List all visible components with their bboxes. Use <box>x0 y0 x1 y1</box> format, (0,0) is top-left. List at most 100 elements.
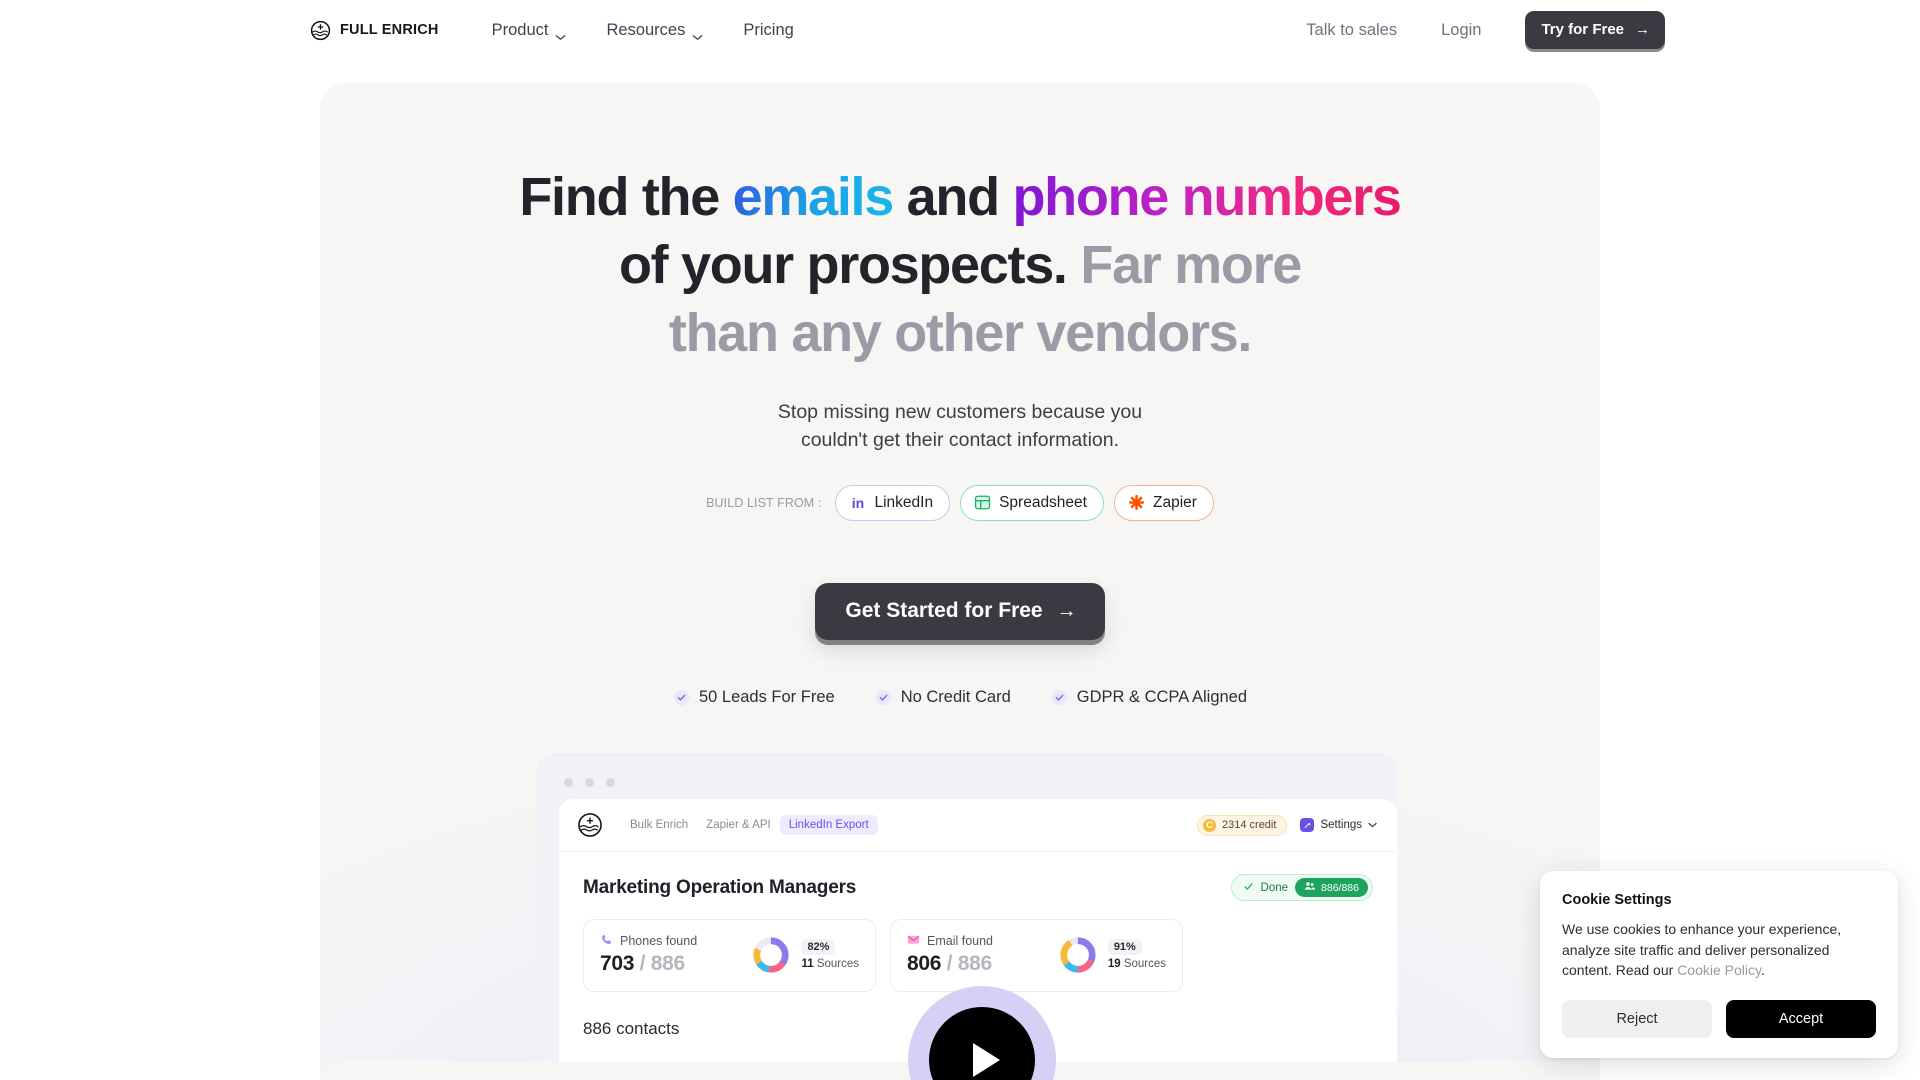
cookie-policy-link[interactable]: Cookie Policy <box>1677 962 1761 978</box>
nav-links: Product Resources Pricing <box>492 21 794 40</box>
headline-phone-highlight: phone numbers <box>1012 167 1401 227</box>
cookie-body-period: . <box>1760 962 1765 979</box>
cookie-dialog-actions: Reject Accept <box>1562 1000 1876 1038</box>
stat-phones-sources-word: Sources <box>816 958 859 970</box>
nav-item-product[interactable]: Product <box>492 21 567 40</box>
linkedin-icon: in <box>851 494 865 511</box>
stat-card-emails-right: 91% 19 Sources <box>1059 936 1166 974</box>
settings-menu[interactable]: Settings <box>1300 818 1377 832</box>
fullenrich-circle-wave-icon <box>310 20 331 41</box>
stat-phones-percent: 82% <box>801 939 836 955</box>
stat-card-phones: Phones found 703 / 886 82% 11 Sources <box>583 919 876 992</box>
get-started-label: Get Started for Free <box>845 598 1043 622</box>
list-title: Marketing Operation Managers <box>583 876 857 898</box>
chevron-down-icon <box>692 27 703 40</box>
envelope-icon <box>907 933 920 949</box>
page-root: FULL ENRICH Product Resources Pricing Ta… <box>0 0 1920 1080</box>
phone-icon <box>600 933 613 949</box>
source-pill-spreadsheet[interactable]: Spreadsheet <box>960 484 1104 521</box>
hero-subtitle-line2: couldn't get their contact information. <box>800 428 1120 451</box>
headline-part-2: and <box>892 167 1013 227</box>
zapier-asterisk-icon <box>1128 494 1145 511</box>
feature-gdpr: GDPR & CCPA Aligned <box>1051 688 1247 707</box>
source-pill-zapier[interactable]: Zapier <box>1113 484 1214 521</box>
headline-line3-muted: than any other vendors. <box>668 302 1253 363</box>
stat-card-phones-label: Phones found <box>620 934 698 948</box>
try-for-free-button[interactable]: Try for Free → <box>1525 11 1665 49</box>
app-topbar-right: C 2314 credit Settings <box>1197 814 1377 836</box>
stat-emails-sources-word: Sources <box>1123 958 1166 970</box>
stat-cards: Phones found 703 / 886 82% 11 Sources Em… <box>583 919 1373 992</box>
cookie-reject-button[interactable]: Reject <box>1562 1000 1712 1038</box>
arrow-right-icon: → <box>1635 21 1650 38</box>
feature-50-leads-label: 50 Leads For Free <box>698 687 835 706</box>
feature-no-credit-card-label: No Credit Card <box>900 687 1011 706</box>
stat-card-emails: Email found 806 / 886 91% 19 Sources <box>890 919 1183 992</box>
source-pill-linkedin[interactable]: in LinkedIn <box>835 484 951 521</box>
headline-line2: of your prospects. <box>618 234 1068 295</box>
login-link[interactable]: Login <box>1419 21 1503 40</box>
hero-subtitle: Stop missing new customers because you c… <box>320 399 1600 454</box>
play-icon <box>972 1043 1000 1077</box>
credit-label: 2314 credit <box>1222 819 1277 831</box>
cta-container: Get Started for Free → <box>320 582 1600 640</box>
nav-item-pricing-label: Pricing <box>743 20 794 39</box>
source-pill-zapier-label: Zapier <box>1152 493 1197 511</box>
check-circle-icon <box>1051 689 1068 706</box>
status-badge-count: 886/886 <box>1295 878 1368 897</box>
arrow-right-icon: → <box>1056 599 1077 622</box>
stat-card-emails-left: Email found 806 / 886 <box>907 933 993 976</box>
stat-phones-sep: / <box>634 952 651 975</box>
status-count-label: 886/886 <box>1321 881 1359 894</box>
cookie-accept-button[interactable]: Accept <box>1726 1000 1876 1038</box>
window-dot <box>606 778 615 787</box>
app-tab-zapier-api[interactable]: Zapier & API <box>697 815 780 835</box>
stat-emails-sources-count: 19 <box>1107 958 1121 970</box>
top-navigation: FULL ENRICH Product Resources Pricing Ta… <box>0 0 1920 60</box>
window-dot <box>564 778 573 787</box>
stat-emails-percent: 91% <box>1107 939 1142 955</box>
video-play-container <box>908 986 1056 1080</box>
feature-badges: 50 Leads For Free No Credit Card GDPR & … <box>320 688 1600 707</box>
stat-emails-found: 806 <box>907 952 942 975</box>
headline-part-1: Find the <box>519 167 733 227</box>
emails-donut-chart <box>1059 936 1097 974</box>
stat-card-phones-right: 82% 11 Sources <box>752 936 859 974</box>
stat-card-phones-value: 703 / 886 <box>600 952 697 976</box>
stat-emails-total: 886 <box>957 952 992 975</box>
build-list-label: BUILD LIST FROM : <box>706 495 822 510</box>
page-title: Find the emails and phone numbers of you… <box>320 164 1600 367</box>
get-started-button[interactable]: Get Started for Free → <box>815 582 1105 640</box>
headline-line2-muted: Far more <box>1066 234 1302 295</box>
window-dot <box>585 778 594 787</box>
source-pill-linkedin-label: LinkedIn <box>874 493 934 511</box>
stat-card-phones-left: Phones found 703 / 886 <box>600 933 697 976</box>
stat-card-phones-header: Phones found <box>600 933 697 949</box>
app-tab-bulk-enrich[interactable]: Bulk Enrich <box>621 815 697 835</box>
status-badge: Done 886/886 <box>1230 874 1373 901</box>
nav-item-resources-label: Resources <box>606 20 686 39</box>
hero-section: Find the emails and phone numbers of you… <box>320 83 1600 1080</box>
nav-item-resources[interactable]: Resources <box>606 21 703 40</box>
stat-card-emails-meta: 91% 19 Sources <box>1107 939 1166 970</box>
nav-item-pricing[interactable]: Pricing <box>743 21 793 40</box>
cookie-settings-dialog: Cookie Settings We use cookies to enhanc… <box>1540 870 1898 1058</box>
check-circle-icon <box>673 689 690 706</box>
app-tab-linkedin-export[interactable]: LinkedIn Export <box>779 815 878 835</box>
credit-badge: C 2314 credit <box>1197 814 1288 836</box>
settings-label: Settings <box>1320 819 1362 831</box>
check-icon <box>1243 881 1254 895</box>
brand-name: FULL ENRICH <box>340 22 439 38</box>
fullenrich-circle-wave-icon <box>577 812 603 838</box>
feature-gdpr-label: GDPR & CCPA Aligned <box>1076 687 1248 706</box>
brand-logo[interactable]: FULL ENRICH <box>310 20 439 41</box>
stat-card-emails-label: Email found <box>927 934 994 948</box>
headline-emails-highlight: emails <box>732 167 895 227</box>
talk-to-sales-link[interactable]: Talk to sales <box>1284 21 1419 40</box>
stat-phones-sources: 11 Sources <box>801 958 859 970</box>
people-icon <box>1304 881 1316 894</box>
chevron-down-icon <box>555 27 566 40</box>
stat-emails-sep: / <box>941 952 958 975</box>
stat-phones-total: 886 <box>650 952 685 975</box>
cookie-dialog-body: We use cookies to enhance your experienc… <box>1562 919 1876 981</box>
